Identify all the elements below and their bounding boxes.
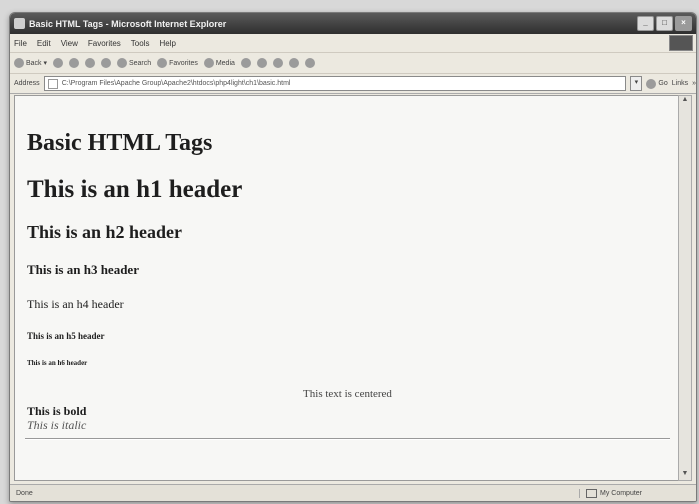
windows-logo-icon [669, 35, 693, 51]
discuss-icon[interactable] [304, 58, 315, 68]
browser-window: Basic HTML Tags - Microsoft Internet Exp… [9, 12, 697, 502]
stop-icon[interactable] [68, 58, 79, 68]
menu-edit[interactable]: Edit [37, 39, 51, 48]
h2-header: This is an h2 header [27, 222, 183, 242]
menu-view[interactable]: View [61, 39, 78, 48]
go-button[interactable]: Go [646, 78, 668, 89]
refresh-icon[interactable] [84, 58, 95, 68]
page-content: Basic HTML Tags This is an h1 header Thi… [14, 95, 681, 481]
zone-indicator: My Computer [579, 488, 696, 498]
address-value: C:\Program Files\Apache Group\Apache2\ht… [61, 80, 291, 87]
links-chevron-icon[interactable]: » [692, 80, 696, 87]
status-bar: Done My Computer [10, 484, 696, 501]
scroll-up-icon[interactable]: ▲ [679, 96, 691, 106]
italic-text: This is italic [27, 418, 87, 432]
back-arrow-icon [14, 58, 24, 68]
h6-header: This is an h6 header [27, 359, 88, 367]
h1-header: This is an h1 header [27, 176, 243, 203]
menu-file[interactable]: File [14, 39, 27, 48]
favorites-button[interactable]: Favorites [157, 58, 198, 68]
home-icon[interactable] [100, 58, 111, 68]
search-button[interactable]: Search [116, 58, 152, 68]
computer-icon [586, 488, 597, 498]
menu-help[interactable]: Help [159, 39, 175, 48]
status-text: Done [16, 489, 33, 497]
back-button[interactable]: Back ▾ [14, 58, 47, 68]
maximize-button[interactable]: □ [656, 16, 673, 31]
h3-header: This is an h3 header [27, 262, 139, 277]
address-dropdown[interactable]: ▾ [630, 76, 643, 91]
media-label: Media [215, 59, 235, 67]
close-button[interactable]: × [675, 16, 692, 31]
edit-icon[interactable] [288, 58, 299, 68]
menu-bar: File Edit View Favorites Tools Help [10, 34, 696, 53]
page-icon [47, 78, 58, 89]
mail-icon[interactable] [256, 58, 267, 68]
ie-icon [14, 18, 25, 29]
search-label: Search [128, 59, 152, 67]
links-button[interactable]: Links [672, 80, 688, 87]
go-label: Go [658, 80, 668, 87]
scroll-down-icon[interactable]: ▼ [679, 470, 691, 480]
favorites-icon [157, 58, 168, 68]
menu-favorites[interactable]: Favorites [88, 39, 121, 48]
h4-header: This is an h4 header [27, 297, 124, 311]
menu-tools[interactable]: Tools [131, 39, 150, 48]
address-field[interactable]: C:\Program Files\Apache Group\Apache2\ht… [43, 76, 627, 91]
horizontal-rule [25, 438, 670, 440]
minimize-button[interactable]: _ [637, 16, 654, 31]
forward-icon[interactable] [52, 58, 63, 68]
back-label: Back [25, 59, 42, 67]
zone-label: My Computer [600, 489, 643, 497]
media-icon [203, 58, 214, 68]
toolbar: Back ▾ Search Favorites Media [10, 53, 696, 74]
bold-text: This is bold [27, 404, 87, 418]
search-icon [116, 58, 127, 68]
print-icon[interactable] [272, 58, 283, 68]
favorites-label: Favorites [169, 59, 198, 67]
address-bar: Address C:\Program Files\Apache Group\Ap… [10, 74, 696, 94]
centered-text: This text is centered [303, 388, 392, 400]
h5-header: This is an h5 header [27, 331, 105, 341]
media-button[interactable]: Media [203, 58, 235, 68]
address-label: Address [14, 80, 40, 87]
vertical-scrollbar[interactable]: ▲ ▼ [678, 95, 692, 481]
page-title-heading: Basic HTML Tags [27, 130, 213, 156]
history-icon[interactable] [240, 58, 251, 68]
window-title: Basic HTML Tags - Microsoft Internet Exp… [29, 18, 227, 29]
title-bar: Basic HTML Tags - Microsoft Internet Exp… [10, 13, 696, 34]
go-arrow-icon [646, 78, 657, 89]
